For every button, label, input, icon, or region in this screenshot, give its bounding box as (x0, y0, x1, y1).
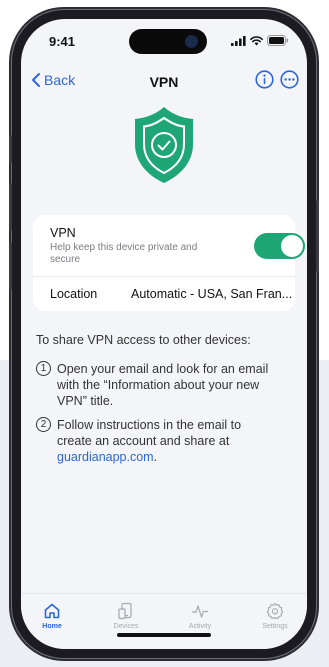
vpn-toggle[interactable] (254, 233, 305, 259)
tab-activity[interactable]: Activity (170, 602, 230, 630)
tab-settings[interactable]: Settings (245, 602, 305, 630)
home-icon (44, 603, 60, 619)
phone-frame: 9:41 Back VPN VPN Help keep this device … (9, 10, 319, 658)
volume-down-button (9, 242, 12, 290)
location-label: Location (50, 287, 98, 301)
location-value: Automatic - USA, San Fran... (131, 287, 293, 301)
tab-home[interactable]: Home (22, 602, 82, 630)
share-intro: To share VPN access to other devices: (36, 333, 251, 347)
vpn-title: VPN (50, 226, 76, 240)
step-number: 1 (36, 361, 51, 376)
step-number: 2 (36, 417, 51, 432)
info-circle-icon (255, 70, 274, 89)
home-indicator (117, 633, 211, 637)
step-text: Follow instructions in the email to crea… (57, 417, 275, 465)
dynamic-island (129, 29, 207, 54)
vpn-row: VPN Help keep this device private and se… (33, 215, 305, 276)
shield-check-icon (135, 107, 193, 183)
tab-label: Activity (188, 623, 212, 630)
vpn-settings-card: VPN Help keep this device private and se… (33, 215, 305, 311)
tab-label: Devices (113, 623, 139, 630)
status-icons (231, 35, 289, 46)
toggle-knob (281, 235, 303, 257)
ellipsis-circle-icon (280, 70, 299, 89)
status-time: 9:41 (49, 34, 76, 49)
location-row[interactable]: Location Automatic - USA, San Fran... (33, 277, 295, 311)
step-text: Open your email and look for an email wi… (57, 362, 269, 408)
signal-icon (231, 35, 246, 46)
tab-label: Settings (262, 623, 288, 630)
tab-devices[interactable]: Devices (96, 602, 156, 630)
screen: 9:41 Back VPN VPN Help keep this device … (21, 19, 307, 649)
step-text-suffix: . (153, 450, 158, 464)
tab-label: Home (42, 623, 62, 630)
tab-bar: Home Devices Activity Settings (21, 593, 307, 649)
vpn-description: Help keep this device private and secure (50, 242, 198, 265)
more-button[interactable] (280, 70, 299, 94)
activity-icon (191, 605, 209, 618)
step-text-body: Follow instructions in the email to crea… (57, 418, 242, 448)
volume-up-button (9, 183, 12, 231)
devices-icon (118, 602, 132, 620)
guardianapp-link[interactable]: guardianapp.com (57, 450, 154, 464)
power-button (316, 200, 319, 272)
info-button[interactable] (255, 70, 274, 94)
gear-icon (266, 602, 284, 620)
wifi-icon (250, 35, 263, 45)
mute-switch (9, 135, 12, 163)
battery-icon (267, 35, 289, 46)
camera-icon (185, 35, 198, 48)
